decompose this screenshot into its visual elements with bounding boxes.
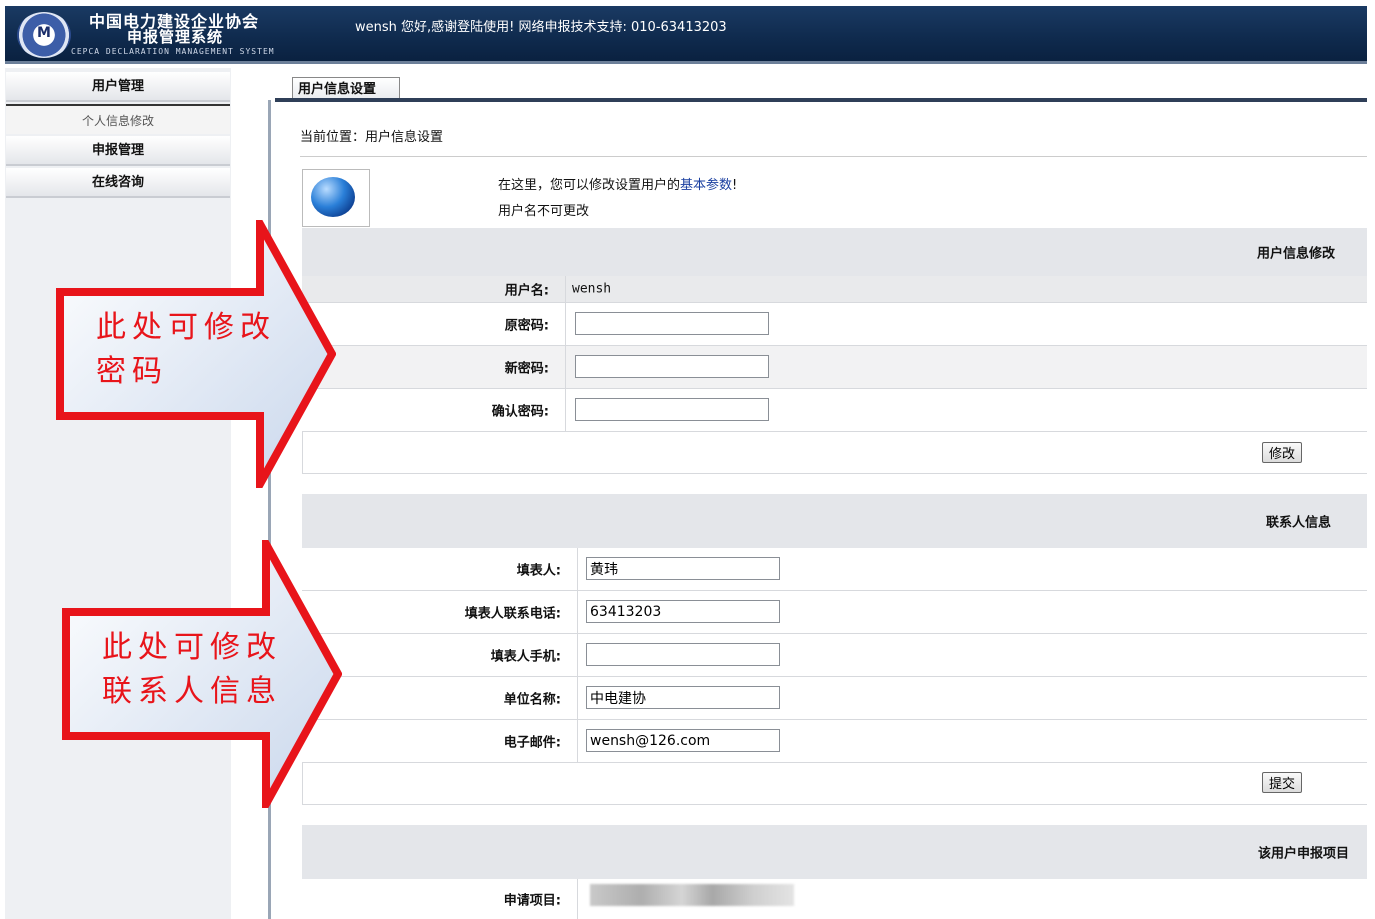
submit-button[interactable]: 提交	[1262, 772, 1303, 793]
info-panel-icon	[302, 169, 370, 227]
old-password-label: 原密码:	[504, 318, 549, 334]
username-value: wensh	[572, 281, 612, 297]
password-callout-line2: 密码	[96, 354, 168, 389]
submit-action-row: 提交	[302, 763, 1367, 805]
confirm-password-input[interactable]	[575, 398, 769, 421]
filler-phone-input[interactable]	[586, 600, 780, 623]
sidebar-item-profile-edit[interactable]: 个人信息修改	[6, 104, 230, 134]
sidebar-item-user-management[interactable]: 用户管理	[6, 72, 230, 102]
contact-row: 填表人手机:	[302, 634, 1367, 677]
password-callout-text: 此处可修改 密码	[96, 306, 276, 394]
contact-section-header: 联系人信息	[302, 494, 1367, 548]
project-row: 申请项目:	[302, 879, 1367, 919]
section-title: 用户信息修改	[1256, 246, 1335, 262]
info-text-suffix: !	[732, 178, 738, 193]
project-label: 申请项目:	[503, 893, 561, 909]
filler-input[interactable]	[586, 557, 780, 580]
contact-row: 单位名称:	[302, 677, 1367, 720]
globe-icon	[311, 177, 355, 217]
filler-label: 填表人:	[516, 563, 561, 579]
username-row: 用户名: wensh	[302, 276, 1367, 303]
filler-mobile-input[interactable]	[586, 643, 780, 666]
info-text-prefix: 在这里，您可以修改设置用户的	[498, 178, 681, 193]
new-password-input[interactable]	[575, 355, 769, 378]
contact-row: 填表人联系电话:	[302, 591, 1367, 634]
old-password-input[interactable]	[575, 312, 769, 335]
modify-action-row: 修改	[302, 432, 1367, 474]
password-callout-line1: 此处可修改	[96, 310, 276, 345]
new-password-row: 新密码:	[302, 346, 1367, 389]
breadcrumb: 当前位置：用户信息设置	[300, 130, 444, 145]
user-info-section-header: 用户信息修改	[302, 228, 1367, 276]
company-name-label: 单位名称:	[503, 692, 561, 708]
section-title: 联系人信息	[1265, 515, 1331, 531]
old-password-row: 原密码:	[302, 303, 1367, 346]
association-logo-icon: M	[17, 12, 71, 58]
company-name-input[interactable]	[586, 686, 780, 709]
app-subtitle-cn: 申报管理系统	[127, 28, 224, 46]
filler-phone-label: 填表人联系电话:	[464, 606, 561, 622]
confirm-password-row: 确认密码:	[302, 389, 1367, 432]
info-note: 用户名不可更改	[498, 204, 590, 219]
contact-row: 电子邮件:	[302, 720, 1367, 763]
project-section-header: 该用户申报项目	[302, 825, 1367, 879]
confirm-password-label: 确认密码:	[491, 404, 549, 420]
app-subtitle-en: CEPCA DECLARATION MANAGEMENT SYSTEM	[71, 47, 275, 56]
app-header: M 中国电力建设企业协会 申报管理系统 CEPCA DECLARATION MA…	[5, 6, 1367, 64]
username-label: 用户名:	[504, 283, 549, 299]
tab-underline	[275, 98, 1367, 102]
contact-callout-line2: 联系人信息	[102, 674, 282, 709]
modify-button[interactable]: 修改	[1262, 442, 1303, 463]
project-value-redacted	[590, 884, 794, 906]
contact-callout-line1: 此处可修改	[102, 630, 282, 665]
email-input[interactable]	[586, 729, 780, 752]
filler-mobile-label: 填表人手机:	[490, 649, 561, 665]
new-password-label: 新密码:	[504, 361, 549, 377]
sidebar-item-online-consult[interactable]: 在线咨询	[6, 168, 230, 198]
contact-callout-text: 此处可修改 联系人信息	[102, 626, 282, 714]
email-label: 电子邮件:	[503, 735, 561, 751]
contact-row: 填表人:	[302, 548, 1367, 591]
breadcrumb-divider	[300, 156, 1367, 157]
section-title: 该用户申报项目	[1257, 846, 1349, 862]
info-text: 在这里，您可以修改设置用户的基本参数!	[498, 174, 737, 193]
basic-params-link[interactable]: 基本参数	[680, 178, 732, 193]
welcome-message: wensh 您好,感谢登陆使用! 网络申报技术支持: 010-63413203	[355, 20, 727, 35]
sidebar-item-declaration-management[interactable]: 申报管理	[6, 136, 230, 166]
